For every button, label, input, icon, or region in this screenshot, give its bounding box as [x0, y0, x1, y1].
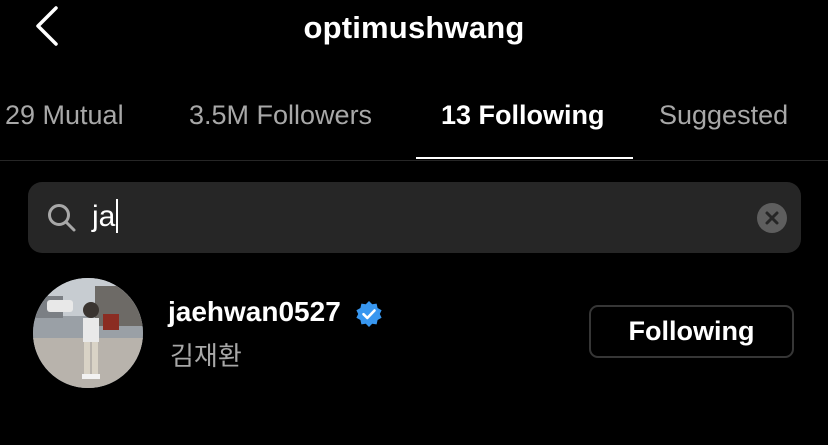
following-button[interactable]: Following	[589, 305, 794, 358]
avatar-photo	[33, 278, 143, 388]
search-bar[interactable]: ja	[28, 182, 801, 253]
search-input[interactable]: ja	[92, 199, 119, 234]
username[interactable]: jaehwan0527	[168, 296, 341, 328]
clear-search-button[interactable]	[757, 203, 787, 233]
header: optimushwang	[0, 0, 828, 60]
avatar[interactable]	[33, 278, 143, 388]
search-icon	[48, 204, 76, 232]
active-tab-indicator	[416, 157, 633, 159]
tab-mutual[interactable]: 29 Mutual	[5, 100, 124, 131]
clear-icon	[765, 211, 779, 225]
page-title: optimushwang	[303, 10, 525, 45]
tab-following[interactable]: 13 Following	[441, 100, 605, 131]
verified-badge-icon	[356, 301, 382, 327]
tab-followers[interactable]: 3.5M Followers	[189, 100, 372, 131]
full-name: 김재환	[170, 341, 242, 371]
search-input-value: ja	[92, 200, 116, 233]
tab-suggested[interactable]: Suggested	[659, 100, 788, 131]
text-cursor	[116, 199, 119, 233]
list-item[interactable]: jaehwan0527 김재환 Following	[0, 276, 828, 390]
tab-bar: 29 Mutual 3.5M Followers 13 Following Su…	[0, 88, 828, 161]
